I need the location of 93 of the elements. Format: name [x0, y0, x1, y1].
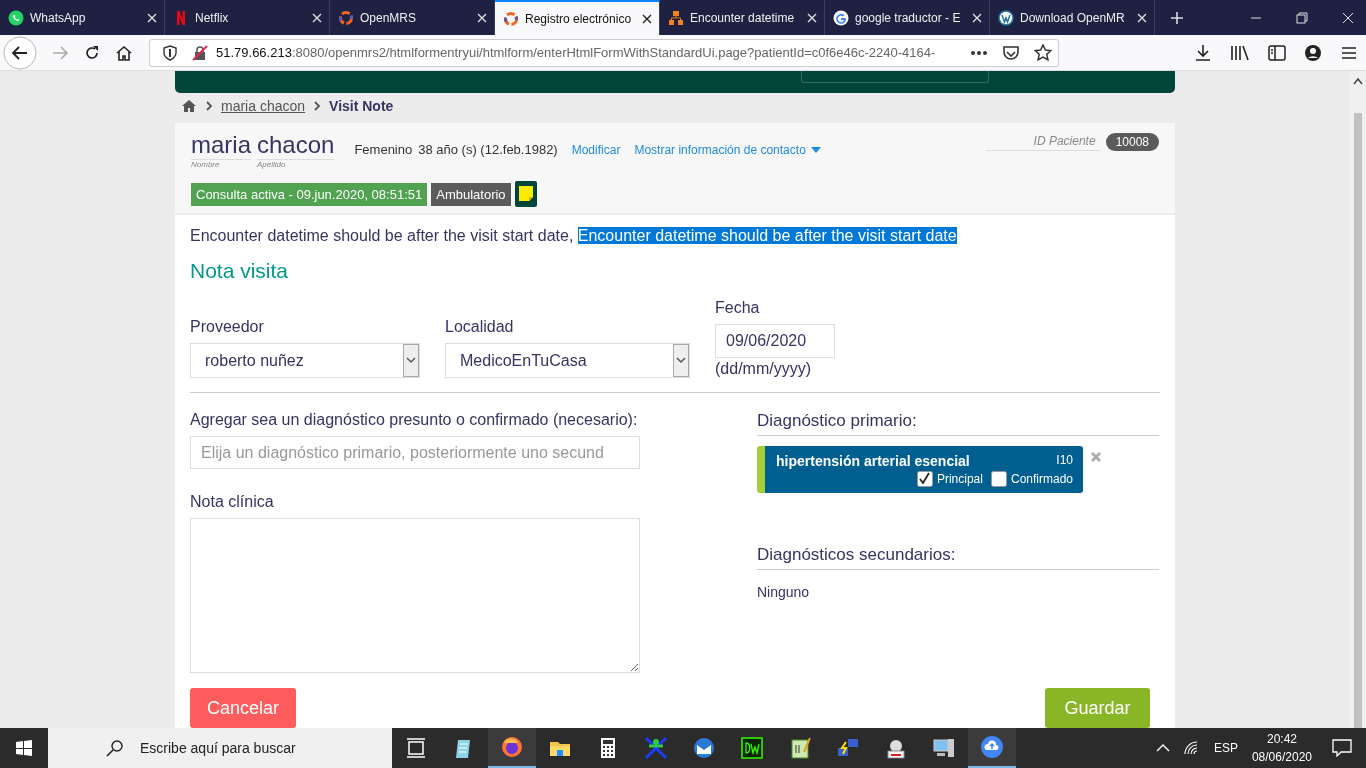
scrollbar-thumb[interactable] — [1353, 113, 1362, 728]
tab-title: Encounter datetime — [690, 10, 795, 25]
task-view-icon — [404, 736, 428, 760]
visit-type-badge: Ambulatorio — [431, 182, 511, 206]
error-message: Encounter datetime should be after the visit start date, Encounter datetime should be after the visit start date — [190, 227, 958, 245]
home-icon[interactable] — [181, 99, 197, 113]
tab-title: Netflix — [195, 10, 229, 25]
name-label: Nombre — [191, 159, 251, 169]
home-icon[interactable] — [115, 43, 133, 62]
diagnosis-search-field[interactable]: Elija un diagnóstico primario, posteriormente uno secund — [190, 436, 640, 469]
plus-icon[interactable] — [1169, 9, 1185, 26]
caret-icon — [810, 147, 821, 153]
date-format-hint: (dd/mm/yyyy) — [715, 360, 812, 378]
dropdown[interactable]: roberto nuñez — [190, 343, 420, 378]
restore-icon[interactable] — [1296, 11, 1308, 24]
patient-name: chacon — [257, 131, 335, 159]
edit-link[interactable]: Modificar — [571, 143, 621, 157]
windows-icon[interactable] — [16, 740, 32, 756]
url-text: 51.79.66.213:8080/openmrs2/htmlformentryui/htmlform/enterHtmlFormWithStandardUi.page?patientId=c0f6e46c-2240-4164- — [216, 45, 936, 60]
patient-id-label: ID Paciente — [985, 133, 1100, 151]
clock[interactable]: 20:42 08/06/2020 — [1251, 732, 1312, 764]
field-label: Proveedor — [190, 318, 265, 336]
checkbox[interactable] — [990, 471, 1007, 487]
taskbar-search-field[interactable]: Escribe aquí para buscar — [48, 728, 392, 768]
field-label: Agregar sea un diagnóstico presunto o confirmado (necesario): — [190, 411, 639, 429]
sitemap-icon — [668, 9, 684, 26]
editor-icon — [788, 736, 812, 760]
insecure-lock-icon — [192, 44, 208, 61]
clinical-note-field[interactable] — [190, 518, 640, 673]
ring-icon — [503, 10, 519, 27]
whatsapp-icon — [8, 9, 24, 26]
patient-name: maria — [191, 131, 251, 159]
chevron-icon — [313, 101, 322, 111]
address-bar[interactable]: 51.79.66.213:8080/openmrs2/htmlformentryui/htmlform/enterHtmlFormWithStandardUi.page?patientId=c0f6e46c-2240-4164- — [149, 38, 1059, 67]
empty-text: Ninguno — [757, 584, 810, 600]
library-icon[interactable] — [1230, 43, 1250, 62]
tab-title: OpenMRS — [360, 10, 417, 25]
reload-icon[interactable] — [83, 43, 101, 62]
mail-icon — [692, 736, 716, 760]
ring-icon — [338, 9, 354, 26]
browser-tab[interactable]: Registro electrónico — [495, 0, 660, 35]
diagnosis-name: hipertensión arterial esencial — [776, 453, 970, 469]
patient-age: 38 año (s) (12.feb.1982) — [418, 142, 558, 157]
notification-icon[interactable] — [1332, 739, 1352, 757]
search-icon — [106, 739, 124, 757]
download-icon[interactable] — [1194, 43, 1212, 62]
tab-title: google traductor - E — [855, 10, 961, 25]
cloud-upload-icon — [980, 735, 1004, 759]
x-figure-icon — [644, 736, 668, 760]
computer-icon — [932, 736, 956, 760]
section-heading: Diagnósticos secundarios: — [757, 545, 1159, 570]
name-label: Apellido — [257, 159, 335, 169]
field-label: Fecha — [715, 299, 761, 317]
star-icon[interactable] — [1034, 43, 1052, 62]
scrollbar[interactable] — [1349, 71, 1366, 728]
dropdown[interactable]: MedicoEnTuCasa — [445, 343, 690, 378]
dw-icon — [740, 736, 764, 760]
field-label: Localidad — [445, 318, 515, 336]
firefox-icon — [500, 735, 524, 759]
back-icon[interactable] — [3, 35, 37, 70]
field-label: Nota clínica — [190, 493, 275, 511]
patient-gender: Femenino — [354, 142, 413, 157]
tab-title: Download OpenMR — [1020, 10, 1125, 25]
tab-title: WhatsApp — [30, 10, 86, 25]
active-visit-badge: Consulta activa - 09.jun.2020, 08:51:51 — [191, 182, 428, 206]
date-field[interactable]: 09/06/2020 — [715, 324, 835, 358]
language-indicator[interactable]: ESP — [1213, 741, 1238, 755]
google-icon — [833, 9, 849, 26]
contact-info-link[interactable]: Mostrar información de contacto — [634, 143, 821, 157]
wordpress-icon — [998, 9, 1014, 26]
taskbar-app[interactable] — [968, 728, 1016, 768]
account-icon[interactable] — [1304, 43, 1322, 62]
checkbox[interactable] — [916, 471, 933, 487]
shield-icon[interactable] — [162, 44, 178, 61]
taskbar-app[interactable] — [488, 728, 536, 768]
more-icon[interactable] — [970, 49, 988, 56]
pocket-icon[interactable] — [1002, 43, 1020, 62]
wifi-icon[interactable] — [1183, 741, 1200, 755]
section-heading: Diagnóstico primario: — [757, 411, 1159, 436]
sticky-note-icon[interactable] — [514, 181, 537, 207]
breadcrumb-current: Visit Note — [329, 98, 394, 114]
scroll-up-icon[interactable] — [1352, 77, 1363, 85]
patient-id: 10008 — [1105, 133, 1159, 151]
close-icon[interactable] — [641, 12, 653, 25]
breadcrumb-link[interactable]: maria chacon — [221, 98, 306, 114]
chevron-up-icon[interactable] — [1155, 744, 1170, 752]
checkbox-label: Principal — [936, 472, 983, 486]
tab-title: Registro electrónico — [525, 11, 632, 26]
chevron-icon — [205, 101, 213, 111]
diagnosis-code: I10 — [1056, 453, 1073, 469]
form-title: Nota visita — [190, 259, 290, 283]
sidebar-icon[interactable] — [1268, 43, 1286, 62]
checkbox-label: Confirmado — [1010, 472, 1073, 486]
